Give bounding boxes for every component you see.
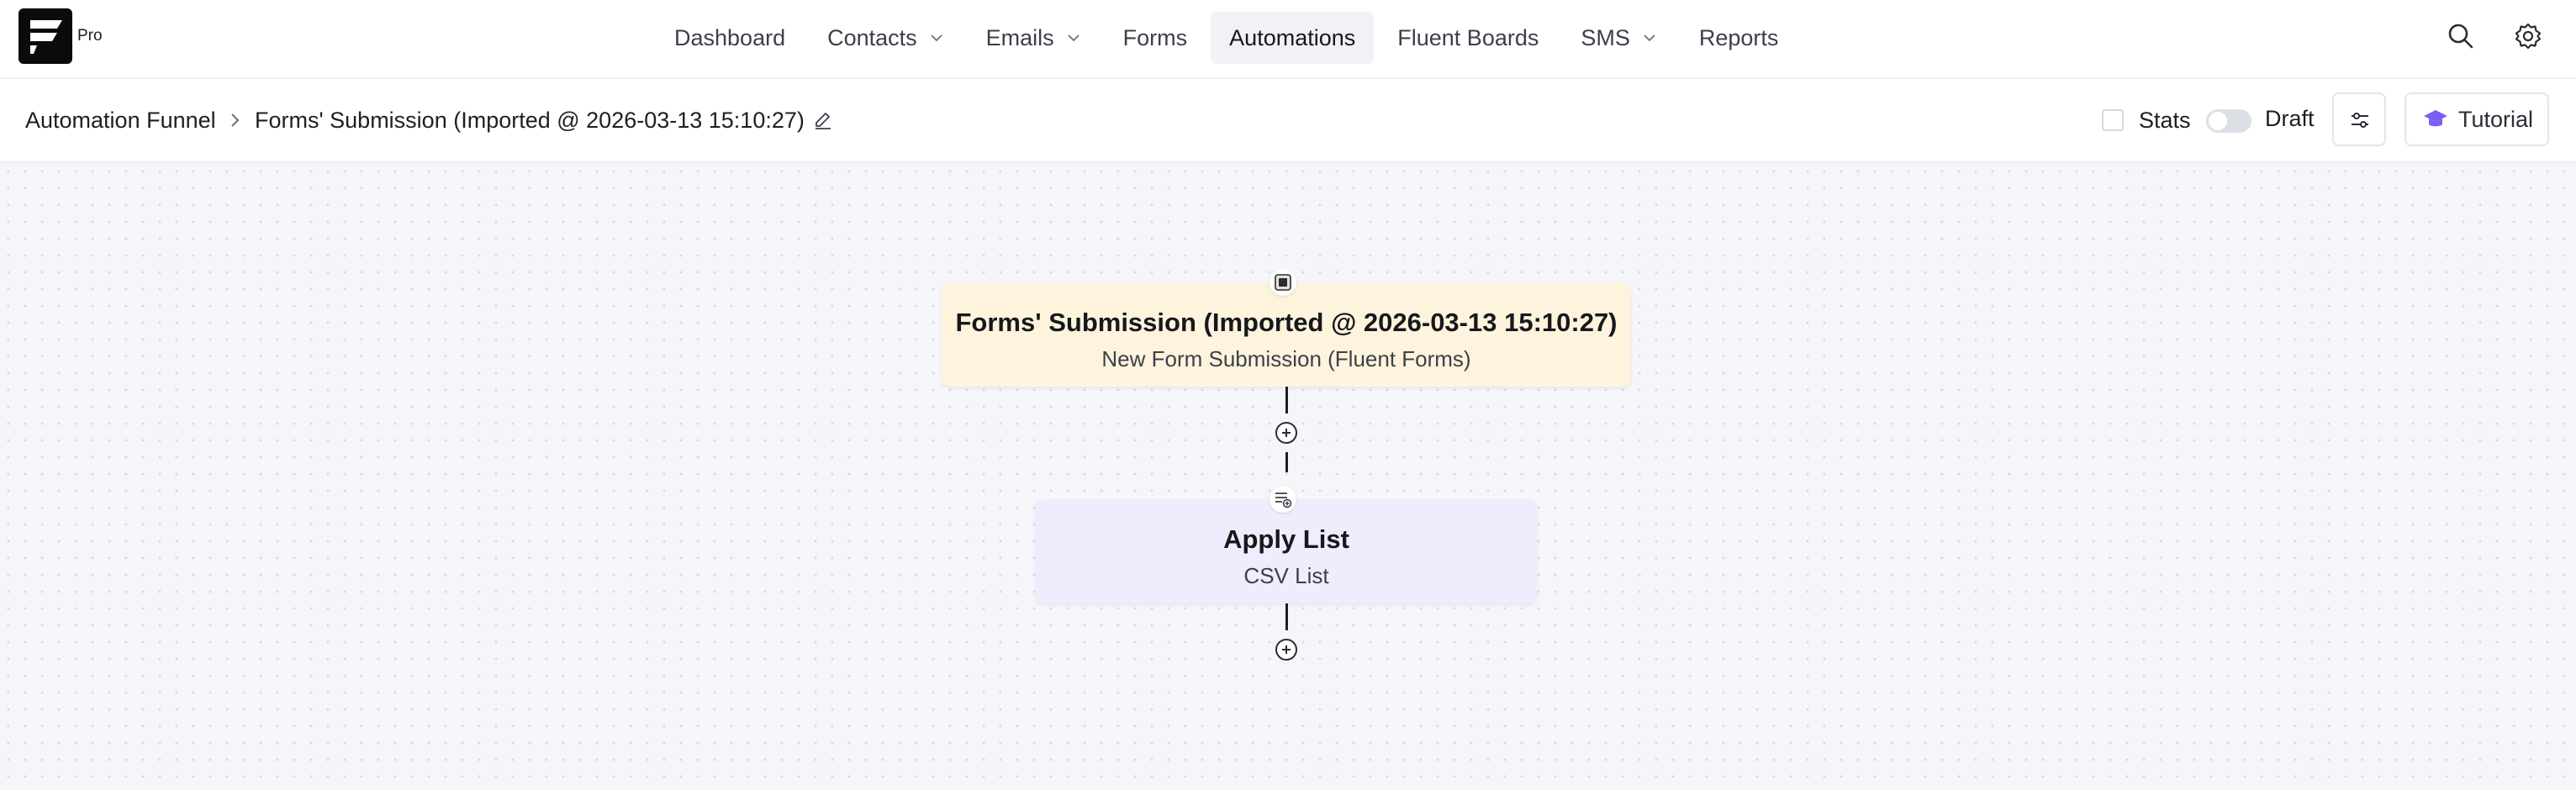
nav-sms-label: SMS bbox=[1581, 24, 1630, 50]
status-label: Draft bbox=[2265, 106, 2315, 131]
chevron-down-icon bbox=[1644, 34, 1655, 42]
fluentcrm-logo[interactable] bbox=[18, 8, 72, 64]
connector-line bbox=[1285, 603, 1288, 630]
graduation-cap-icon bbox=[2424, 110, 2447, 127]
nav-fluent-boards[interactable]: Fluent Boards bbox=[1379, 12, 1557, 64]
nav-emails-label: Emails bbox=[985, 24, 1054, 50]
chevron-down-icon bbox=[931, 34, 942, 42]
search-icon[interactable] bbox=[2447, 22, 2475, 50]
action-title: Apply List bbox=[1223, 524, 1349, 554]
tutorial-label: Tutorial bbox=[2458, 106, 2534, 132]
nav-emails[interactable]: Emails bbox=[968, 12, 1100, 64]
stats-label: Stats bbox=[2139, 108, 2191, 133]
action-node[interactable]: Apply List CSV List bbox=[1036, 486, 1537, 603]
nav-forms-label: Forms bbox=[1122, 24, 1188, 50]
nav-automations-label: Automations bbox=[1229, 24, 1356, 50]
nav-dashboard-label: Dashboard bbox=[674, 24, 786, 50]
action-subtitle: CSV List bbox=[1243, 563, 1329, 588]
workflow-canvas[interactable]: Forms' Submission (Imported @ 2026-03-13… bbox=[0, 163, 2576, 790]
pro-badge: Pro bbox=[77, 27, 103, 45]
trigger-node[interactable]: Forms' Submission (Imported @ 2026-03-13… bbox=[942, 269, 1631, 387]
nav-reports-label: Reports bbox=[1698, 24, 1779, 50]
add-step-button[interactable] bbox=[1275, 639, 1297, 661]
tutorial-button[interactable]: Tutorial bbox=[2404, 92, 2549, 146]
nav-contacts-label: Contacts bbox=[827, 24, 917, 50]
gear-icon[interactable] bbox=[2514, 22, 2542, 50]
nav-sms[interactable]: SMS bbox=[1562, 12, 1676, 64]
nav-dashboard[interactable]: Dashboard bbox=[656, 12, 804, 64]
nav-contacts[interactable]: Contacts bbox=[809, 12, 963, 64]
automation-subheader: Automation Funnel Forms' Submission (Imp… bbox=[0, 79, 2576, 163]
form-icon bbox=[1270, 269, 1296, 296]
list-add-icon bbox=[1270, 486, 1296, 513]
chevron-right-icon bbox=[231, 113, 240, 127]
trigger-title: Forms' Submission (Imported @ 2026-03-13… bbox=[955, 308, 1618, 337]
chevron-down-icon bbox=[1068, 34, 1079, 42]
workflow-settings-button[interactable] bbox=[2332, 92, 2386, 146]
stats-checkbox[interactable] bbox=[2102, 109, 2124, 131]
nav-forms[interactable]: Forms bbox=[1105, 12, 1206, 64]
pencil-edit-icon[interactable] bbox=[812, 109, 834, 131]
nav-automations[interactable]: Automations bbox=[1211, 12, 1375, 64]
add-step-button[interactable] bbox=[1275, 422, 1297, 444]
connector-line bbox=[1285, 452, 1288, 472]
trigger-subtitle: New Form Submission (Fluent Forms) bbox=[1101, 346, 1471, 371]
nav-fluent-boards-label: Fluent Boards bbox=[1397, 24, 1539, 50]
breadcrumb-automation-funnel[interactable]: Automation Funnel bbox=[25, 108, 216, 134]
connector-line bbox=[1285, 387, 1288, 413]
nav-reports[interactable]: Reports bbox=[1681, 12, 1797, 64]
sliders-icon bbox=[2352, 113, 2368, 128]
status-toggle[interactable] bbox=[2206, 109, 2251, 133]
funnel-title: Forms' Submission (Imported @ 2026-03-13… bbox=[255, 108, 805, 133]
top-navigation-bar: Pro Dashboard Contacts Emails Forms Auto… bbox=[0, 0, 2576, 79]
main-nav: Dashboard Contacts Emails Forms Automati… bbox=[656, 12, 1797, 64]
